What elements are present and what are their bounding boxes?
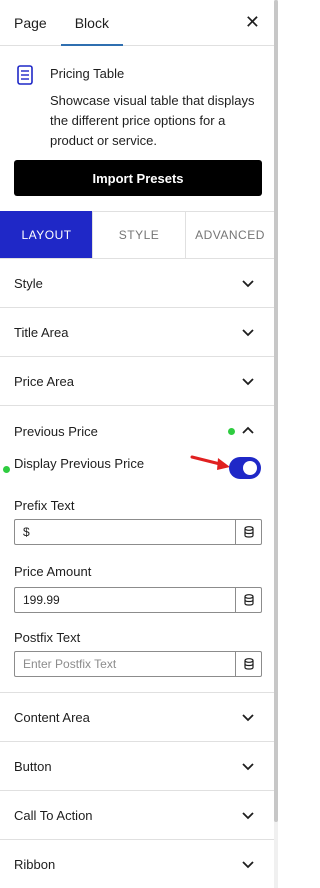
scrollbar-thumb[interactable] [274, 0, 278, 822]
chevron-down-icon [242, 812, 254, 820]
panel-button[interactable]: Button [0, 742, 274, 791]
database-icon [243, 526, 254, 538]
tab-block[interactable]: Block [60, 0, 124, 46]
chevron-up-icon[interactable] [242, 425, 254, 437]
block-description: Showcase visual table that displays the … [50, 93, 255, 148]
red-arrow-annotation [190, 455, 230, 470]
prefix-text-label: Prefix Text [14, 498, 75, 513]
panel-label: Call To Action [14, 808, 93, 823]
panel-title-area[interactable]: Title Area [0, 308, 274, 357]
postfix-text-label: Postfix Text [14, 630, 81, 645]
postfix-text-field[interactable]: Enter Postfix Text [14, 651, 262, 677]
panel-label: Ribbon [14, 857, 56, 872]
import-presets-button[interactable]: Import Presets [14, 160, 262, 196]
panel-label: Button [14, 759, 52, 774]
display-previous-price-label: Display Previous Price [14, 456, 145, 471]
panel-label: Price Area [14, 374, 74, 389]
modified-indicator [228, 428, 235, 435]
chevron-down-icon [242, 861, 254, 869]
price-amount-input[interactable]: 199.99 [15, 588, 235, 612]
block-title: Pricing Table [50, 66, 125, 81]
panel-previous-price: Previous Price [0, 406, 274, 693]
block-card: Pricing Table Showcase visual table that… [0, 46, 274, 158]
dynamic-content-button[interactable] [235, 588, 261, 612]
tab-style[interactable]: STYLE [92, 211, 185, 258]
sidebar-header-tabs: Page Block ✕ [0, 0, 274, 46]
panel-label: Content Area [14, 710, 90, 725]
prefix-text-field[interactable]: $ [14, 519, 262, 545]
mode-tabs: LAYOUT STYLE ADVANCED [0, 211, 274, 259]
close-icon[interactable]: ✕ [245, 12, 260, 32]
tab-layout[interactable]: LAYOUT [0, 211, 92, 258]
sidebar-scrollbar[interactable] [274, 0, 278, 888]
toggle-knob [243, 461, 257, 475]
chevron-down-icon [242, 714, 254, 722]
price-amount-label: Price Amount [14, 564, 92, 579]
tab-advanced[interactable]: ADVANCED [185, 211, 274, 258]
chevron-down-icon [242, 280, 254, 288]
chevron-down-icon [242, 378, 254, 386]
panel-ribbon[interactable]: Ribbon [0, 840, 274, 888]
database-icon [243, 658, 254, 670]
database-icon [243, 594, 254, 606]
dynamic-content-button[interactable] [235, 652, 261, 676]
panel-label[interactable]: Previous Price [14, 406, 98, 457]
postfix-text-input[interactable]: Enter Postfix Text [15, 652, 235, 676]
prefix-text-input[interactable]: $ [15, 520, 235, 544]
panel-style[interactable]: Style [0, 259, 274, 308]
price-amount-field[interactable]: 199.99 [14, 587, 262, 613]
panel-content-area[interactable]: Content Area [0, 693, 274, 742]
panel-label: Style [14, 276, 43, 291]
panel-price-area[interactable]: Price Area [0, 357, 274, 406]
display-previous-price-toggle[interactable] [229, 457, 261, 479]
chevron-down-icon [242, 763, 254, 771]
modified-indicator [3, 466, 10, 473]
dynamic-content-button[interactable] [235, 520, 261, 544]
pricing-table-icon [17, 65, 33, 85]
panel-label: Title Area [14, 325, 69, 340]
tab-page[interactable]: Page [0, 0, 61, 45]
panel-call-to-action[interactable]: Call To Action [0, 791, 274, 840]
chevron-down-icon [242, 329, 254, 337]
